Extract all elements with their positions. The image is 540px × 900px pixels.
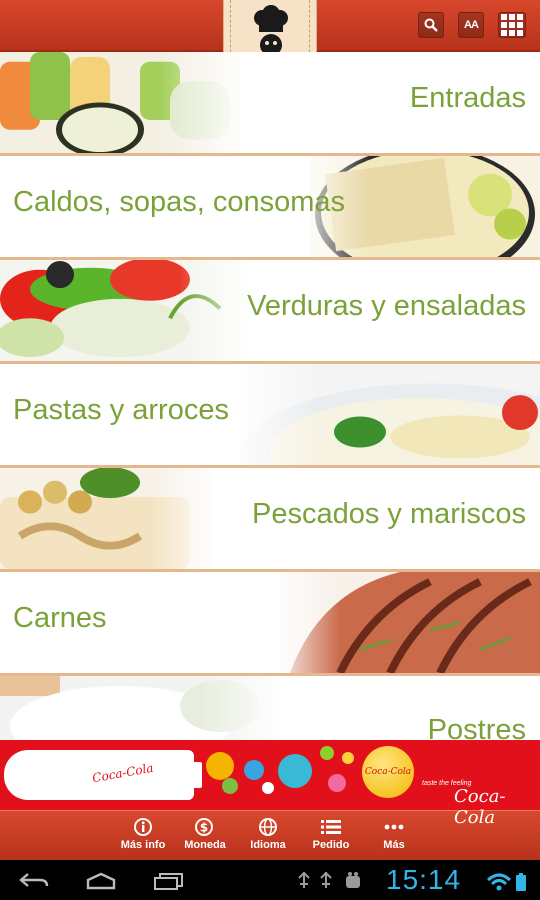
tab-pedido[interactable]: Pedido	[301, 817, 361, 851]
tab-label: Moneda	[184, 839, 226, 851]
tab-label: Pedido	[312, 839, 350, 851]
font-size-label: AA	[464, 19, 479, 31]
grid-icon	[501, 14, 523, 36]
category-pescados[interactable]: Pescados y mariscos	[0, 468, 540, 572]
tab-label: Más	[383, 839, 405, 851]
tab-mas-info[interactable]: Más info	[113, 817, 173, 851]
category-label: Carnes	[13, 602, 107, 634]
category-label: Pescados y mariscos	[252, 498, 526, 530]
font-size-button[interactable]: AA	[458, 12, 484, 38]
category-caldos[interactable]: Caldos, sopas, consomas	[0, 156, 540, 260]
tab-label: Idioma	[250, 839, 286, 851]
tab-label: Más info	[120, 839, 166, 851]
category-entradas[interactable]: Entradas	[0, 52, 540, 156]
system-navigation-bar: 15:14	[0, 860, 540, 900]
status-icons	[298, 871, 360, 888]
status-clock: 15:14	[386, 864, 462, 895]
category-label: Pastas y arroces	[13, 394, 229, 426]
search-icon	[424, 18, 438, 32]
category-list: Entradas Caldos, sopas, consomas Verdura…	[0, 52, 540, 740]
recent-apps-icon[interactable]	[152, 872, 186, 890]
category-carnes[interactable]: Carnes	[0, 572, 540, 676]
category-label: Postres	[427, 714, 526, 740]
bubble-decoration	[206, 752, 234, 780]
category-label: Verduras y ensaladas	[247, 290, 526, 322]
coke-disc-logo: Coca-Cola	[362, 746, 414, 798]
currency-icon: $	[175, 817, 235, 837]
list-icon	[301, 817, 361, 837]
info-icon	[113, 817, 173, 837]
ad-brand-logo: Coca-Cola	[454, 786, 506, 828]
back-icon[interactable]	[18, 872, 50, 890]
svg-text:$: $	[200, 821, 208, 835]
category-verduras[interactable]: Verduras y ensaladas	[0, 260, 540, 364]
category-label: Entradas	[409, 82, 526, 114]
more-icon	[364, 817, 424, 837]
tab-mas[interactable]: Más	[364, 817, 424, 851]
category-label: Caldos, sopas, consomas	[13, 186, 346, 218]
globe-icon	[238, 817, 298, 837]
menu-grid-button[interactable]	[498, 12, 526, 38]
home-icon[interactable]	[84, 872, 118, 890]
category-pastas[interactable]: Pastas y arroces	[0, 364, 540, 468]
search-button[interactable]	[418, 12, 444, 38]
tab-idioma[interactable]: Idioma	[238, 817, 298, 851]
tab-moneda[interactable]: $ Moneda	[175, 817, 235, 851]
category-postres[interactable]: Postres	[0, 676, 540, 740]
wifi-battery-icon	[486, 873, 526, 891]
